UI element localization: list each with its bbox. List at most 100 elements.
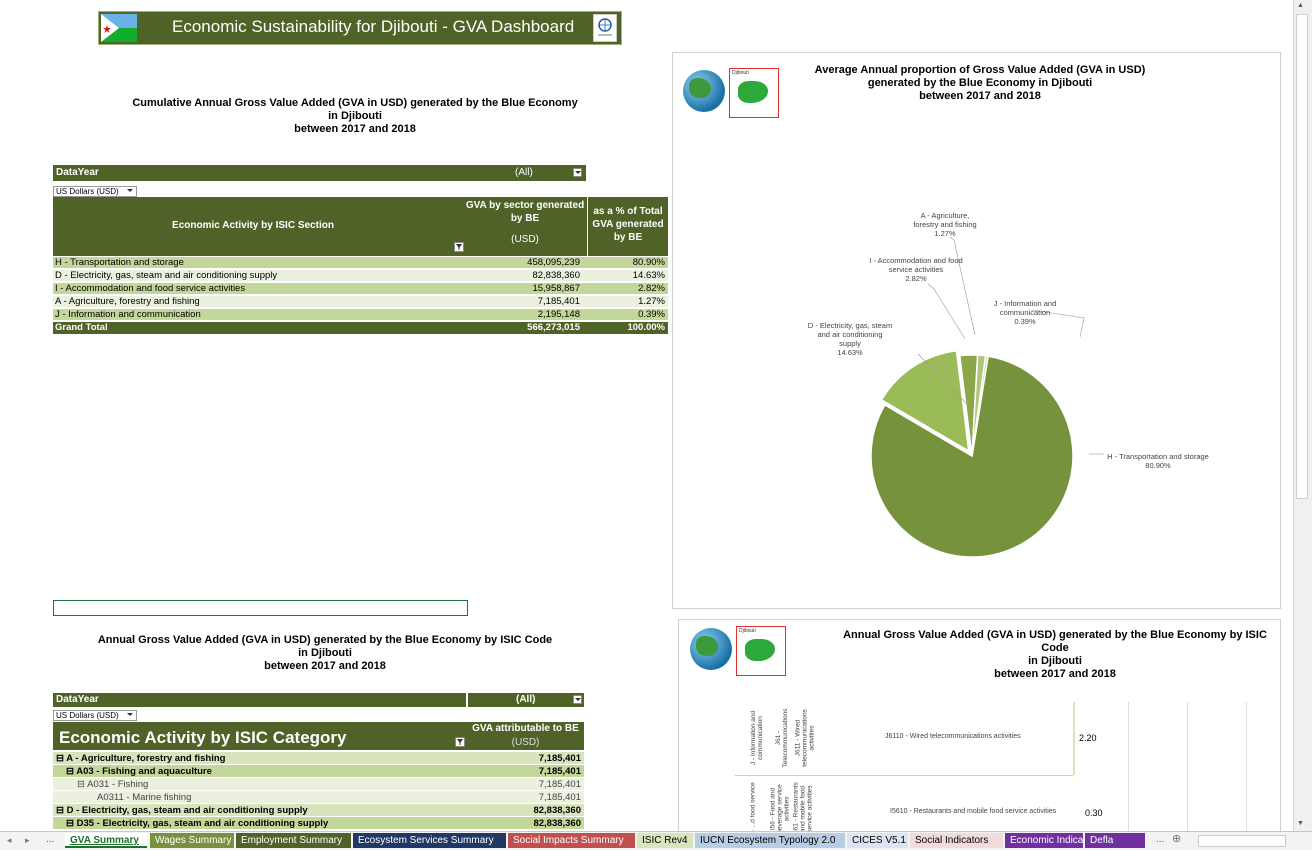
row-gva: 458,095,239 (527, 257, 580, 268)
selected-cell[interactable] (53, 600, 468, 616)
pie-label-j: J - Information and communication 0.39% (975, 299, 1075, 326)
pie-label-text: and air conditioning (817, 330, 883, 339)
pie-label-i: I - Accommodation and food service activ… (856, 256, 976, 283)
pivot2-filter-dropdown-icon[interactable] (573, 695, 582, 704)
pivot1-currency-dropdown-icon[interactable] (126, 187, 135, 196)
pivot1-header-activity: Economic Activity by ISIC Section GVA by… (53, 197, 587, 256)
pivot2-title-line: in Djibouti (298, 647, 352, 659)
row-pct: 0.39% (638, 309, 665, 320)
row-label: H - Transportation and storage (55, 257, 184, 268)
pie-label-text: service activities (888, 265, 944, 274)
table-row[interactable]: ⊟ A03 - Fishing and aquaculture 7,185,40… (53, 765, 584, 778)
table-row[interactable]: ⊟ A031 - Fishing 7,185,401 (53, 778, 584, 791)
sheet-tab[interactable]: Employment Summary (236, 833, 351, 848)
add-sheet-icon[interactable]: ⊕ (1172, 832, 1181, 845)
isic-row-label: J6110 - Wired telecommunications activit… (885, 733, 1021, 740)
sheet-tab[interactable]: IUCN Ecosystem Typology 2.0 (695, 833, 845, 848)
pivot1-filter-bar: DataYear (All) (53, 165, 586, 181)
table-row[interactable]: ⊟ A - Agriculture, forestry and fishing … (53, 752, 584, 765)
tab-more-left-icon[interactable]: ... (46, 834, 54, 845)
sheet-tab[interactable]: Social Indicators (910, 833, 1003, 848)
pivot1-col-gva-unit: (USD) (511, 234, 539, 245)
pivot1-title-line: Cumulative Annual Gross Value Added (GVA… (132, 97, 578, 109)
sheet-tab[interactable]: Economic Indicators (1005, 833, 1100, 848)
sheet-tab[interactable]: Defla (1085, 833, 1145, 848)
pie-label-text: forestry and fishing (913, 220, 977, 229)
pivot2-col-gva: GVA attributable to BE (472, 723, 579, 734)
vertical-scrollbar-thumb[interactable] (1296, 14, 1308, 499)
pivot1-currency-select[interactable]: US Dollars (USD) (53, 186, 137, 197)
isic-row-label: I5610 - Restaurants and mobile food serv… (890, 808, 1057, 815)
row-label: ⊟ D35 - Electricity, gas, steam and air … (66, 818, 329, 829)
pivot1-col-activity: Economic Activity by ISIC Section (172, 220, 334, 231)
pivot1-filter-dropdown-icon[interactable] (573, 168, 582, 177)
tab-more-right-icon[interactable]: ... (1156, 834, 1164, 845)
pie-label-value: 80.90% (1145, 461, 1171, 470)
filter-icon[interactable] (454, 242, 464, 252)
pivot1-col-pct: as a % of Total GVA generated by BE (592, 206, 664, 243)
pie-label-text: supply (839, 339, 861, 348)
isic-title-line: in Djibouti (1028, 655, 1082, 667)
pie-label-value: 0.39% (1014, 317, 1036, 326)
tab-scroll-left-icon[interactable]: ◂ (7, 835, 12, 846)
row-gva: 82,838,360 (532, 270, 580, 281)
pie-label-d: D - Electricity, gas, steam and air cond… (790, 321, 910, 357)
isic-vlabel: J61 - Telecommunications (775, 708, 789, 768)
table-row[interactable]: ⊟ D35 - Electricity, gas, steam and air … (53, 817, 584, 830)
pivot1-title: Cumulative Annual Gross Value Added (GVA… (110, 97, 600, 136)
scroll-up-icon[interactable]: ▲ (1297, 2, 1304, 9)
sheet-tab[interactable]: ISIC Rev4 (637, 833, 693, 848)
djibouti-map-icon: Djibouti (736, 626, 786, 676)
map-label: Djibouti (739, 628, 756, 634)
pivot2-title-line: between 2017 and 2018 (264, 660, 386, 672)
row-value: 82,838,360 (533, 805, 581, 816)
row-label: D - Electricity, gas, steam and air cond… (55, 270, 278, 281)
sheet-tab[interactable]: GVA Summary (65, 833, 147, 848)
row-gva: 15,958,867 (532, 283, 580, 294)
gridline (1128, 702, 1129, 831)
globe-icon (690, 628, 732, 670)
pie-label-a: A - Agriculture, forestry and fishing 1.… (895, 211, 995, 238)
row-gva: 7,185,401 (537, 296, 580, 307)
pie-label-text: A - Agriculture, (920, 211, 970, 220)
isic-vlabel: J - Information and communication (750, 710, 764, 766)
pie-label-h: H - Transportation and storage 80.90% (1093, 452, 1223, 470)
isic-bar (1073, 702, 1075, 775)
sheet-tab[interactable]: Ecosystem Services Summary (353, 833, 506, 848)
isic-title-line: between 2017 and 2018 (994, 668, 1116, 680)
pivot2-currency-select[interactable]: US Dollars (USD) (53, 710, 137, 721)
pie-label-text: I - Accommodation and food (869, 256, 963, 265)
pivot1-title-line: in Djibouti (328, 110, 382, 122)
filter-icon[interactable] (455, 737, 465, 747)
pie-label-value: 1.27% (934, 229, 956, 238)
horizontal-scrollbar[interactable] (1198, 835, 1286, 847)
row-gva: 566,273,015 (527, 322, 580, 333)
pivot1-title-line: between 2017 and 2018 (294, 123, 416, 135)
pivot1-filter-value: (All) (515, 167, 533, 178)
row-label: ⊟ A - Agriculture, forestry and fishing (56, 753, 226, 764)
isic-chart-body: J - Information and communication J61 - … (735, 702, 1273, 836)
isic-row-value: 0.30 (1085, 808, 1103, 818)
sheet-tab[interactable]: CICES V5.1 (847, 833, 908, 848)
tab-scroll-right-icon[interactable]: ▸ (25, 835, 30, 846)
row-value: 7,185,401 (538, 766, 581, 777)
table-row: A - Agriculture, forestry and fishing 7,… (53, 296, 668, 308)
table-row: A0311 - Marine fishing 7,185,401 (53, 791, 584, 804)
row-pct: 14.63% (632, 270, 665, 281)
pivot2-currency-dropdown-icon[interactable] (126, 711, 135, 720)
table-row[interactable]: ⊟ D - Electricity, gas, steam and air co… (53, 804, 584, 817)
isic-vlabel: I561 - Restaurants and mobile food servi… (792, 782, 814, 836)
pivot1-currency-value: US Dollars (USD) (56, 187, 119, 196)
scroll-down-icon[interactable]: ▼ (1297, 820, 1304, 827)
djibouti-flag-icon (101, 14, 137, 42)
pie-chart (870, 236, 1104, 558)
isic-row-value: 2.20 (1079, 733, 1097, 743)
gridline (1246, 702, 1247, 831)
sheet-tab[interactable]: Wages Summary (150, 833, 234, 848)
pivot2-title-line: Annual Gross Value Added (GVA in USD) ge… (97, 634, 553, 646)
pivot2-filter-value-cell: (All) (468, 693, 584, 707)
row-pct: 80.90% (632, 257, 665, 268)
sheet-tab[interactable]: Social Impacts Summary (508, 833, 635, 848)
pie-label-text: H - Transportation and storage (1107, 452, 1209, 461)
pivot2-currency-value: US Dollars (USD) (56, 711, 119, 720)
